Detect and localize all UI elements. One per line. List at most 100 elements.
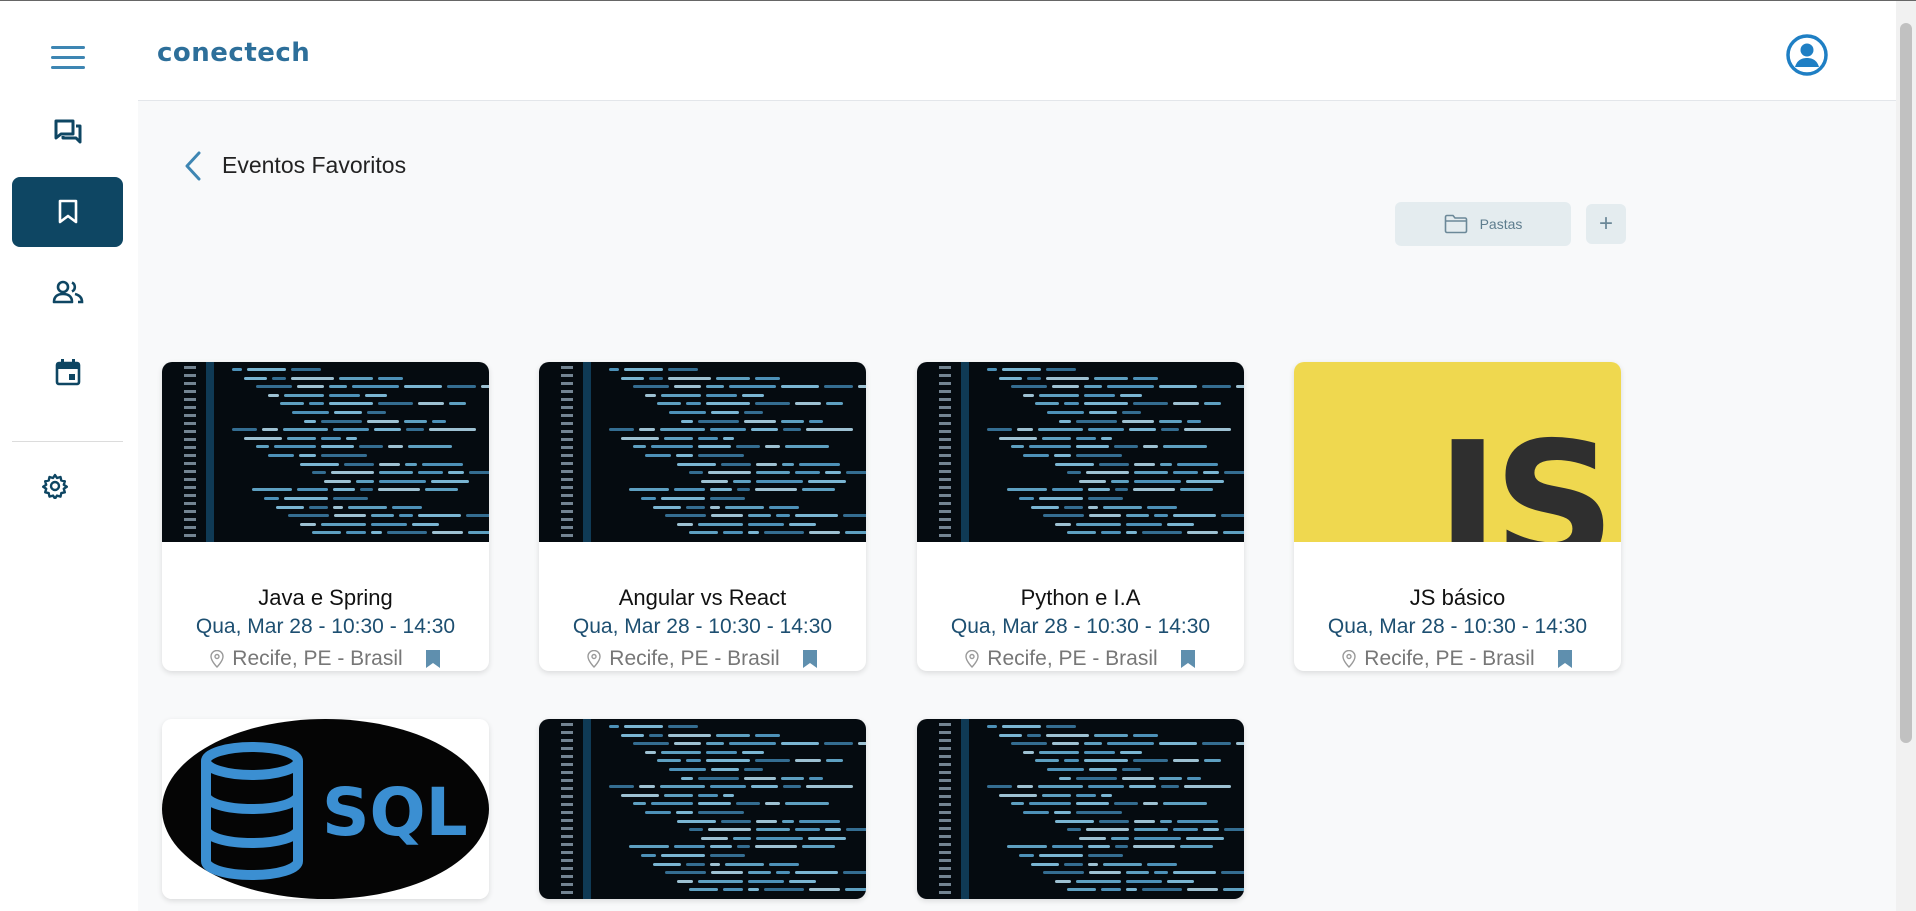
event-card[interactable]: Java e Spring Qua, Mar 28 - 10:30 - 14:3… (162, 362, 489, 671)
code-token (733, 836, 751, 840)
code-token (1017, 428, 1033, 432)
event-location: Recife, PE - Brasil (1364, 647, 1535, 670)
code-token (1046, 725, 1076, 728)
app-logo[interactable]: conectech (157, 38, 310, 68)
code-token (1038, 428, 1083, 432)
code-token (621, 733, 644, 737)
event-card[interactable]: Python e I.A Qua, Mar 28 - 10:30 - 14:30… (917, 362, 1244, 671)
code-token (1204, 402, 1221, 406)
code-token (999, 376, 1022, 380)
code-token (1064, 759, 1079, 763)
code-token (274, 445, 316, 449)
code-token (689, 471, 703, 475)
code-token (843, 871, 866, 875)
sidebar-item-favorites[interactable] (12, 177, 123, 247)
code-token (1126, 514, 1149, 518)
code-token (756, 828, 790, 832)
code-token (1147, 862, 1177, 866)
code-token (1076, 802, 1109, 806)
event-title: JS básico (1409, 585, 1506, 610)
code-token (621, 793, 659, 797)
code-token (676, 811, 693, 814)
code-token (755, 759, 790, 763)
code-token (1029, 445, 1071, 449)
bookmark-toggle[interactable] (1180, 649, 1196, 669)
event-card[interactable]: JS JS básico Qua, Mar 28 - 10:30 - 14:30… (1294, 362, 1621, 671)
back-button[interactable] (178, 148, 208, 184)
code-token (1088, 785, 1124, 789)
code-token (1088, 428, 1124, 432)
event-card[interactable] (917, 719, 1244, 899)
code-token (333, 505, 343, 509)
code-token (660, 428, 705, 432)
code-token (283, 428, 328, 432)
sidebar-item-chat[interactable] (12, 97, 123, 167)
code-token (1134, 828, 1168, 832)
code-token (359, 445, 383, 449)
code-token (698, 793, 718, 797)
bookmark-toggle[interactable] (802, 649, 818, 669)
code-token (1126, 879, 1162, 883)
code-token (1099, 462, 1129, 466)
code-token (1076, 793, 1096, 797)
code-token (379, 479, 426, 483)
code-token (1067, 888, 1096, 892)
code-token (448, 471, 464, 475)
code-token (629, 488, 669, 492)
code-token (711, 411, 739, 414)
code-token (769, 862, 799, 866)
code-token (716, 376, 750, 380)
code-token (1187, 419, 1201, 423)
code-token (1143, 802, 1158, 806)
event-date: Qua, Mar 28 - 10:30 - 14:30 (1327, 615, 1588, 638)
code-token (291, 376, 334, 380)
event-card[interactable]: Angular vs React Qua, Mar 28 - 10:30 - 1… (539, 362, 866, 671)
event-card[interactable] (539, 719, 866, 899)
location-pin-icon (1342, 650, 1356, 668)
code-token (276, 505, 304, 509)
add-folder-button[interactable]: + (1586, 204, 1626, 244)
code-token (755, 845, 797, 849)
code-token (1142, 888, 1182, 892)
code-token (674, 742, 701, 746)
code-token (1064, 505, 1083, 509)
code-token (733, 479, 751, 483)
code-token (1023, 393, 1034, 397)
code-token (1115, 488, 1128, 492)
code-token (418, 471, 443, 475)
event-card[interactable]: SQL (162, 719, 489, 899)
code-token (664, 436, 693, 440)
code-token (232, 428, 257, 432)
code-token (1221, 871, 1244, 875)
code-token (744, 768, 763, 771)
code-token (333, 428, 369, 432)
code-token (742, 750, 764, 754)
sidebar-item-calendar[interactable] (12, 337, 123, 407)
code-token (1059, 419, 1071, 423)
page-scrollbar[interactable] (1896, 1, 1916, 911)
code-token (1086, 828, 1129, 832)
code-token (1133, 733, 1158, 737)
bookmark-toggle[interactable] (425, 649, 441, 669)
code-token (1052, 845, 1083, 849)
code-token (1084, 742, 1102, 746)
code-token (725, 505, 764, 509)
menu-button[interactable] (12, 23, 123, 93)
code-token (1202, 385, 1231, 389)
sidebar-item-settings[interactable] (12, 451, 97, 521)
code-token (280, 402, 304, 406)
code-token (1064, 862, 1083, 866)
code-token (1086, 471, 1129, 475)
code-token (449, 402, 466, 406)
code-token (710, 785, 746, 789)
code-token (795, 514, 838, 518)
code-token (371, 531, 382, 535)
code-token (1143, 445, 1158, 449)
code-token (1159, 385, 1197, 389)
folders-button[interactable]: Pastas (1395, 202, 1571, 246)
scrollbar-thumb[interactable] (1900, 23, 1912, 743)
user-avatar-icon[interactable] (1786, 34, 1828, 76)
sidebar-item-people[interactable] (12, 257, 123, 327)
event-title: Java e Spring (258, 585, 393, 610)
bookmark-toggle[interactable] (1557, 649, 1573, 669)
